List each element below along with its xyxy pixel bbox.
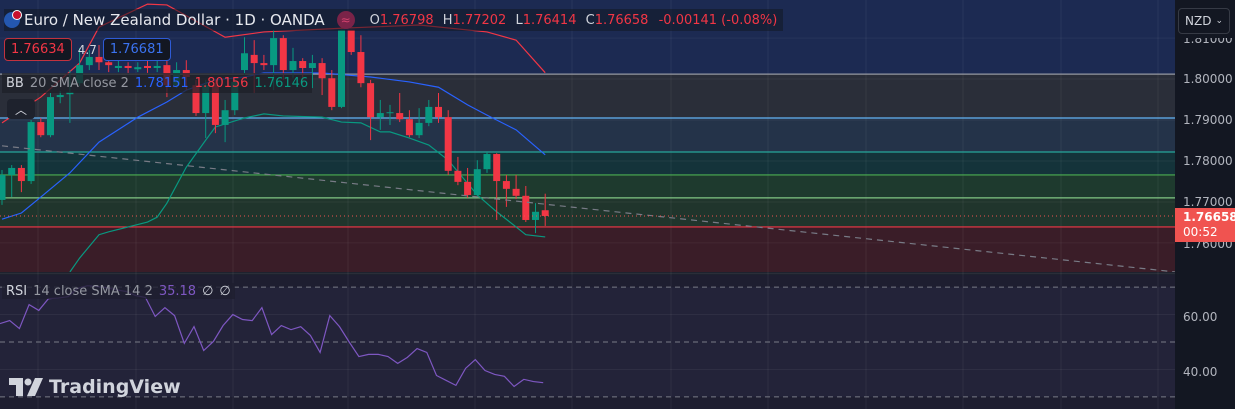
- price-tick: 1.79000: [1183, 113, 1233, 127]
- collapse-legend-button[interactable]: ︿: [7, 99, 35, 119]
- candle-up: [338, 29, 345, 107]
- high-value: 1.77202: [452, 12, 507, 28]
- open-value: 1.76798: [379, 12, 434, 28]
- rsi-value: 35.18: [158, 283, 197, 299]
- candle-down: [250, 54, 258, 64]
- candle-down: [541, 210, 549, 216]
- rsi-tick: 60.00: [1183, 310, 1218, 324]
- ohlc-values: O1.76798 H1.77202 L1.76414 C1.76658 -0.0…: [369, 12, 778, 28]
- tradingview-logo-icon: [9, 378, 43, 396]
- price-zones: [0, 0, 1175, 409]
- sell-button[interactable]: 1.76634: [4, 38, 72, 61]
- candle-up: [56, 95, 64, 98]
- candle-up: [114, 65, 122, 68]
- tradingview-logo[interactable]: TradingView: [9, 376, 181, 398]
- low-value: 1.76414: [522, 12, 577, 28]
- candle-up: [270, 38, 278, 66]
- candle-down: [435, 106, 442, 118]
- candle-down: [279, 38, 287, 71]
- candle-up: [134, 67, 142, 70]
- candle-down: [396, 113, 404, 120]
- candle-down: [502, 181, 510, 189]
- candle-up: [241, 53, 248, 71]
- price-zone: [0, 151, 1175, 175]
- candle-down: [357, 52, 365, 84]
- bb-upper-value: 1.80156: [194, 75, 249, 91]
- candle-up: [27, 122, 35, 182]
- change-value: -0.00141 (-0.08%): [658, 12, 778, 28]
- symbol-title[interactable]: Euro / New Zealand Dollar · 1D · OANDA: [24, 11, 325, 29]
- candle-down: [493, 154, 501, 182]
- candle-down: [124, 65, 132, 68]
- data-stream-icon[interactable]: ≈: [336, 11, 355, 29]
- rsi-tick: 40.00: [1183, 365, 1218, 379]
- candle-down: [405, 119, 413, 136]
- candle-up: [8, 167, 16, 175]
- price-tick: 1.81000: [1183, 32, 1233, 46]
- candle-up: [425, 106, 433, 123]
- currency-select[interactable]: NZD ⌄: [1178, 8, 1230, 34]
- candle-down: [17, 167, 25, 182]
- quote-boxes: 1.76634 4.7 1.76681: [4, 38, 171, 61]
- candle-down: [512, 188, 520, 196]
- price-tick: 1.78000: [1183, 154, 1233, 168]
- price-zone: [0, 226, 1175, 272]
- spread-value: 4.7: [77, 42, 97, 57]
- last-price-label: 1.76658 00:52: [1175, 208, 1235, 242]
- candle-up: [0, 174, 6, 200]
- candle-down: [464, 181, 472, 195]
- rsi-legend[interactable]: RSI 14 close SMA 14 2 35.18 ∅ ∅: [2, 283, 235, 299]
- symbol-legend: Euro / New Zealand Dollar · 1D · OANDA ≈…: [4, 9, 784, 31]
- candle-up: [376, 113, 384, 118]
- bb-basis-value: 1.78151: [134, 75, 189, 91]
- candle-down: [318, 63, 326, 79]
- close-value: 1.76658: [594, 12, 649, 28]
- candle-up: [289, 61, 297, 71]
- chevron-up-icon: ︿: [14, 102, 27, 117]
- bar-countdown: 00:52: [1183, 225, 1218, 239]
- candle-up: [221, 110, 229, 125]
- candle-down: [347, 29, 355, 53]
- eu-nz-flag-icon: [4, 10, 22, 28]
- candle-down: [37, 122, 45, 136]
- price-tick: 1.80000: [1183, 72, 1233, 86]
- candle-up: [386, 112, 394, 114]
- candle-down: [367, 83, 375, 118]
- candle-up: [532, 211, 539, 220]
- price-tick: 1.77000: [1183, 195, 1233, 209]
- candle-up: [483, 154, 491, 170]
- bb-lower-value: 1.76146: [254, 75, 309, 91]
- price-zone: [0, 117, 1175, 152]
- candle-down: [444, 117, 452, 171]
- candle-down: [144, 65, 151, 68]
- candle-up: [153, 65, 161, 68]
- candle-up: [47, 97, 54, 136]
- candle-down: [105, 62, 113, 66]
- bb-legend[interactable]: BB 20 SMA close 2 1.78151 1.80156 1.7614…: [2, 73, 313, 93]
- candle-up: [415, 122, 423, 136]
- chevron-down-icon: ⌄: [1215, 16, 1223, 26]
- candle-down: [299, 61, 307, 68]
- candle-down: [454, 170, 462, 182]
- buy-button[interactable]: 1.76681: [102, 38, 171, 61]
- candle-up: [308, 63, 316, 68]
- candle-down: [260, 63, 268, 66]
- chart-canvas[interactable]: [0, 0, 1175, 409]
- candle-down: [328, 78, 336, 107]
- candle-up: [473, 169, 481, 195]
